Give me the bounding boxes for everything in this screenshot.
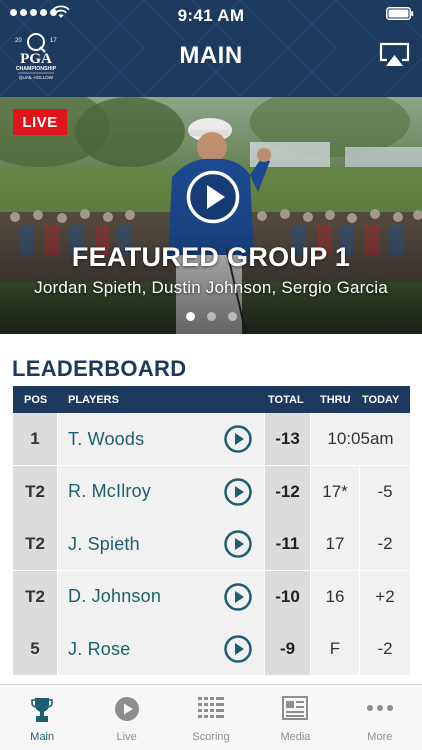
scoring-grid-icon xyxy=(198,697,225,718)
tab-label: Media xyxy=(280,731,311,743)
row-position: T2 xyxy=(13,465,57,518)
leaderboard-row[interactable]: 1 T. Woods -13 10:05am xyxy=(13,413,410,466)
row-position: 5 xyxy=(13,623,57,675)
hero-title: FEATURED GROUP 1 xyxy=(71,242,351,272)
player-name[interactable]: T. Woods xyxy=(68,429,144,450)
play-circle-icon[interactable] xyxy=(223,582,253,612)
row-player-cell[interactable]: J. Spieth xyxy=(58,518,264,570)
play-circle-icon[interactable] xyxy=(223,477,253,507)
play-circle-icon[interactable] xyxy=(223,529,253,559)
leaderboard-row[interactable]: T2 J. Spieth -11 17 -2 xyxy=(13,518,410,571)
trophy-icon xyxy=(31,698,54,722)
newspaper-icon xyxy=(282,696,309,720)
page-title: MAIN xyxy=(179,42,243,69)
row-total: -12 xyxy=(265,465,310,518)
row-thru: 16 xyxy=(311,570,359,623)
row-total: -10 xyxy=(265,570,310,623)
play-circle-icon xyxy=(114,697,139,721)
row-tee-time: 10:05am xyxy=(311,413,410,465)
column-header-pos: POS xyxy=(24,394,48,406)
column-header-players: PLAYERS xyxy=(68,394,119,406)
leaderboard-title: LEADERBOARD xyxy=(12,356,187,381)
tab-label: Live xyxy=(116,731,137,743)
row-position: T2 xyxy=(13,518,57,570)
player-name[interactable]: J. Rose xyxy=(68,639,130,660)
bottom-tab-bar: Main Live Scoring Media More xyxy=(0,684,422,750)
carousel-page-indicator[interactable] xyxy=(0,312,422,321)
airplay-icon[interactable] xyxy=(379,42,410,68)
row-thru: 17* xyxy=(311,465,359,518)
row-thru: F xyxy=(311,623,359,675)
player-name[interactable]: R. McIlroy xyxy=(68,481,151,502)
battery-icon xyxy=(386,7,414,20)
column-header-today: TODAY xyxy=(362,394,400,406)
tab-main[interactable]: Main xyxy=(0,685,84,750)
featured-video-hero[interactable]: LIVE FEATURED GROUP 1 Jordan Spieth, Dus… xyxy=(0,97,422,334)
row-today: -2 xyxy=(360,518,410,570)
more-dots-icon xyxy=(366,705,393,711)
player-name[interactable]: D. Johnson xyxy=(68,586,161,607)
player-name[interactable]: J. Spieth xyxy=(68,534,140,555)
row-today: -2 xyxy=(360,623,410,675)
row-total: -9 xyxy=(265,623,310,675)
status-time: 9:41 AM xyxy=(177,6,245,25)
tab-media[interactable]: Media xyxy=(253,685,337,750)
app-header: 9:41 AM 20 17 PGA CHAMPIONSHIP QUAIL HOL… xyxy=(0,0,422,97)
play-circle-icon[interactable] xyxy=(223,424,253,454)
row-total: -11 xyxy=(265,518,310,570)
live-badge: LIVE xyxy=(13,109,67,135)
row-position: T2 xyxy=(13,570,57,623)
row-today: +2 xyxy=(360,570,410,623)
hero-subtitle: Jordan Spieth, Dustin Johnson, Sergio Ga… xyxy=(34,278,388,297)
row-thru: 17 xyxy=(311,518,359,570)
column-header-thru: THRU xyxy=(320,394,351,406)
row-player-cell[interactable]: R. McIlroy xyxy=(58,465,264,518)
page-dot-3[interactable] xyxy=(227,312,237,321)
page-dot-2[interactable] xyxy=(206,312,216,321)
tab-label: Main xyxy=(30,731,55,743)
tab-live[interactable]: Live xyxy=(84,685,168,750)
tab-more[interactable]: More xyxy=(338,685,422,750)
row-total: -13 xyxy=(265,413,310,465)
row-player-cell[interactable]: J. Rose xyxy=(58,623,264,675)
leaderboard-table: 1 T. Woods -13 10:05am T2 R. McIlroy -12… xyxy=(13,413,410,676)
row-today: -5 xyxy=(360,465,410,518)
svg-text:QUAIL HOLLOW: QUAIL HOLLOW xyxy=(19,75,54,80)
page-dot-1[interactable] xyxy=(185,312,195,321)
tab-label: Scoring xyxy=(192,731,230,743)
row-position: 1 xyxy=(13,413,57,465)
row-player-cell[interactable]: D. Johnson xyxy=(58,570,264,623)
tab-label: More xyxy=(367,731,393,743)
tab-scoring[interactable]: Scoring xyxy=(169,685,253,750)
leaderboard-row[interactable]: T2 R. McIlroy -12 17* -5 xyxy=(13,465,410,518)
play-circle-icon[interactable] xyxy=(223,634,253,664)
leaderboard-row[interactable]: 5 J. Rose -9 F -2 xyxy=(13,623,410,676)
leaderboard-row[interactable]: T2 D. Johnson -10 16 +2 xyxy=(13,570,410,623)
row-player-cell[interactable]: T. Woods xyxy=(58,413,264,465)
column-header-total: TOTAL xyxy=(268,394,304,406)
leaderboard-header: POS PLAYERS TOTAL THRU TODAY xyxy=(13,386,410,413)
play-video-icon[interactable] xyxy=(186,170,240,224)
status-bar: 9:41 AM xyxy=(0,0,422,30)
